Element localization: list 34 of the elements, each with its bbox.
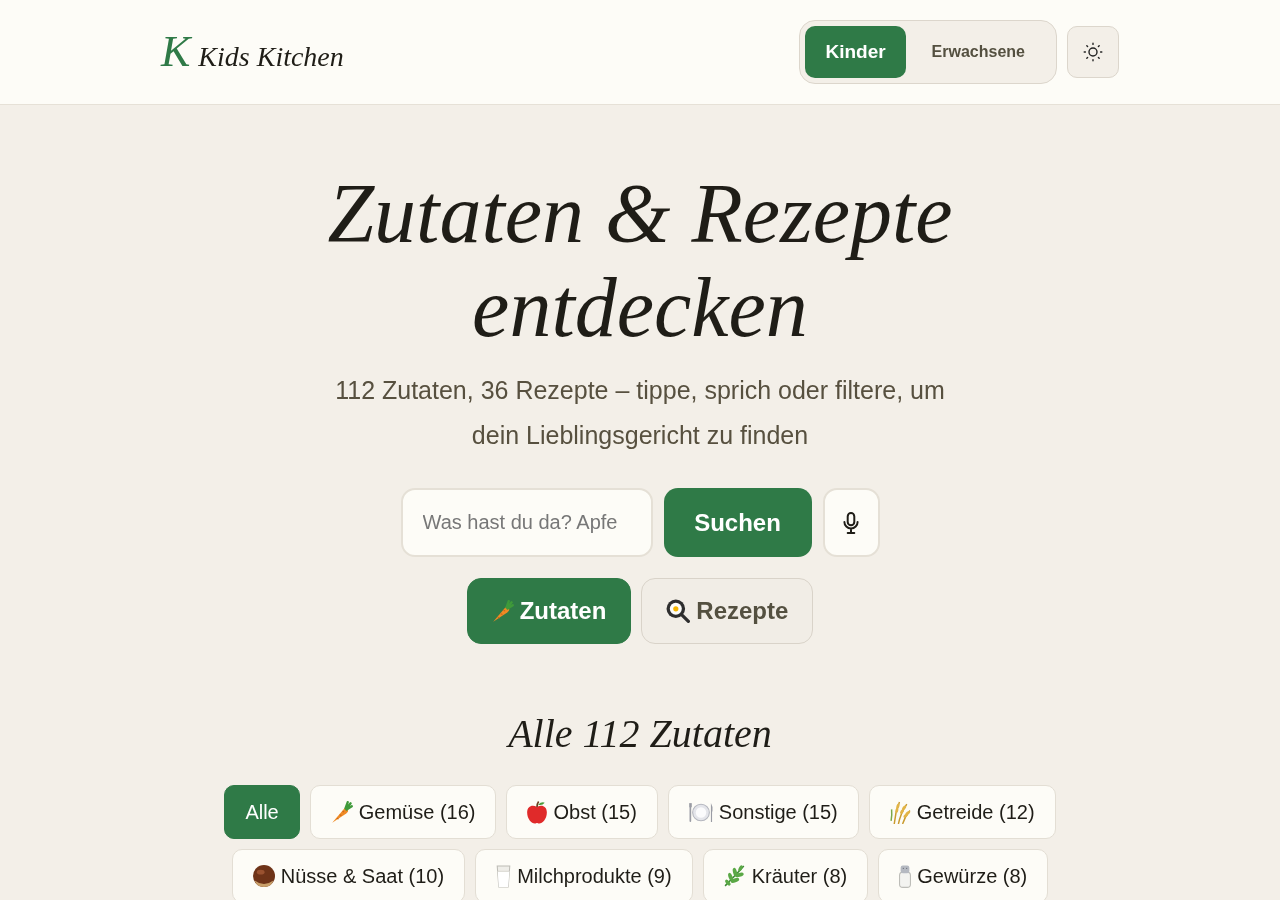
search-field[interactable]: Was hast du da? Apfe [400,488,653,557]
page-subtitle: 112 Zutaten, 36 Rezepte – tippe, sprich oder filtere, um dein Lieblingsgericht zu finden [334,375,946,451]
herb-icon [723,865,746,887]
carrot-icon [330,800,353,824]
filter-chip[interactable]: Sonstige (15) [667,785,859,839]
milk-glass-icon [496,864,512,888]
filter-chip[interactable]: Kräuter (8) [702,849,869,900]
filter-chip[interactable]: Getreide (12) [868,785,1056,839]
apple-icon [527,800,548,824]
microphone-icon [843,511,859,534]
audience-tab[interactable]: Erwachsene [905,26,1051,78]
mode-tab[interactable]: Rezepte [641,578,814,644]
logo-mark: K [161,30,191,74]
section-title: Alle 112 Zutaten [508,710,772,758]
microphone-button[interactable] [822,488,880,557]
filter-chip[interactable]: Nüsse & Saat (10) [231,849,466,900]
filter-chip[interactable]: Milchprodukte (9) [475,849,693,900]
filter-chip[interactable]: Obst (15) [506,785,658,839]
audience-tab[interactable]: Kinder [805,26,906,78]
salt-shaker-icon [899,864,912,888]
carrot-icon [491,599,514,623]
page-title: Zutaten & Rezepte entdecken [326,167,954,355]
site-title: Kids Kitchen [198,43,344,71]
search-button[interactable]: Suchen [663,488,812,557]
mode-tab[interactable]: Zutaten [466,578,632,644]
nut-icon [252,865,275,887]
filter-chip[interactable]: Alle [224,785,300,839]
filter-chip[interactable]: Gemüse (16) [309,785,497,839]
frying-pan-icon [666,599,691,623]
plate-cutlery-icon [688,801,713,823]
theme-button[interactable] [1067,26,1119,78]
sun-icon [1083,42,1103,62]
wheat-icon [889,800,911,824]
filter-chip[interactable]: Gewürze (8) [878,849,1049,900]
